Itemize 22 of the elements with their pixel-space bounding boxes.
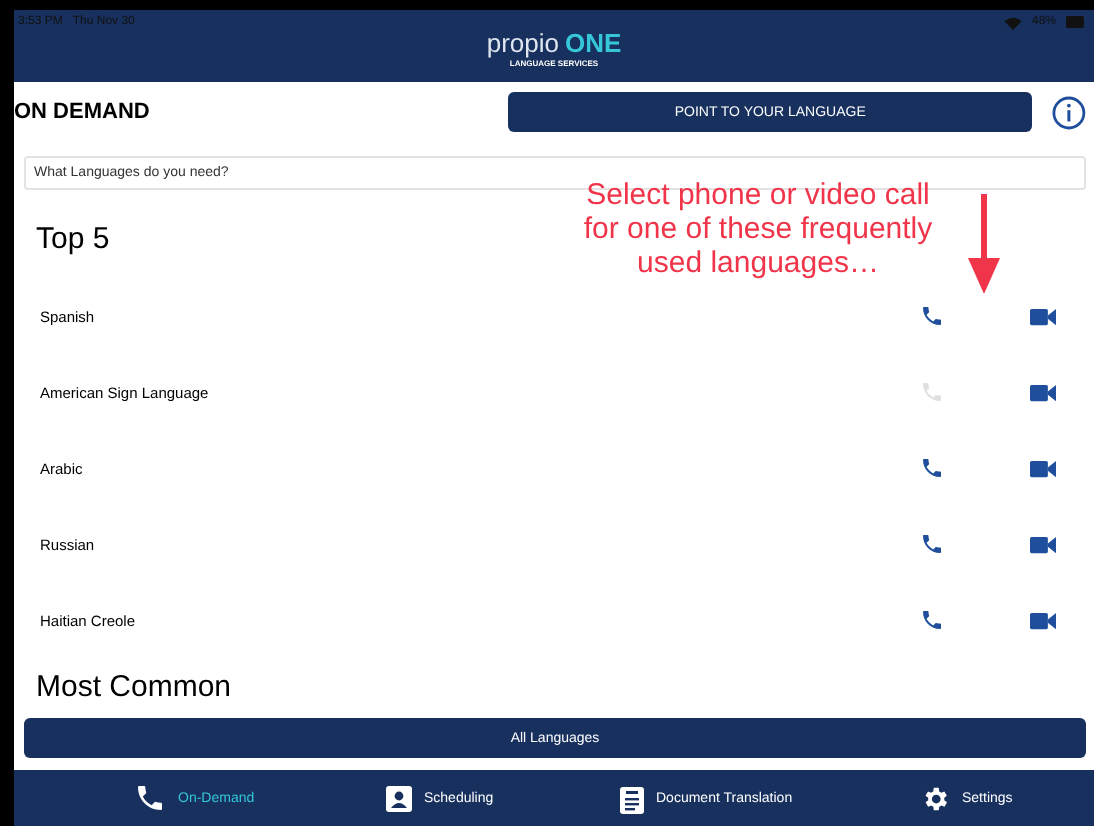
settings-icon [920,783,950,813]
wifi-icon [1003,15,1022,29]
page-title: ON DEMAND [14,100,152,124]
video-camera-icon[interactable] [1030,383,1056,401]
phone-icon[interactable] [920,608,944,632]
phone-icon[interactable] [920,456,944,480]
phone-icon[interactable] [920,304,944,328]
video-camera-icon[interactable] [1030,611,1056,629]
info-icon[interactable] [1052,95,1086,129]
video-camera-icon[interactable] [1030,459,1056,477]
section-heading: Most Common [36,670,232,708]
section-heading: Top 5 [36,222,110,260]
phone-icon[interactable] [920,532,944,556]
annotation-arrow [968,194,1000,294]
logo-brand: ONE [564,28,622,58]
battery-icon [1066,16,1086,28]
contact-card-icon [386,784,412,812]
logo-name: propio [486,28,559,58]
phone-icon [134,782,166,814]
video-camera-icon[interactable] [1030,535,1056,553]
video-camera-icon[interactable] [1030,307,1056,325]
clipboard-icon [620,783,644,813]
